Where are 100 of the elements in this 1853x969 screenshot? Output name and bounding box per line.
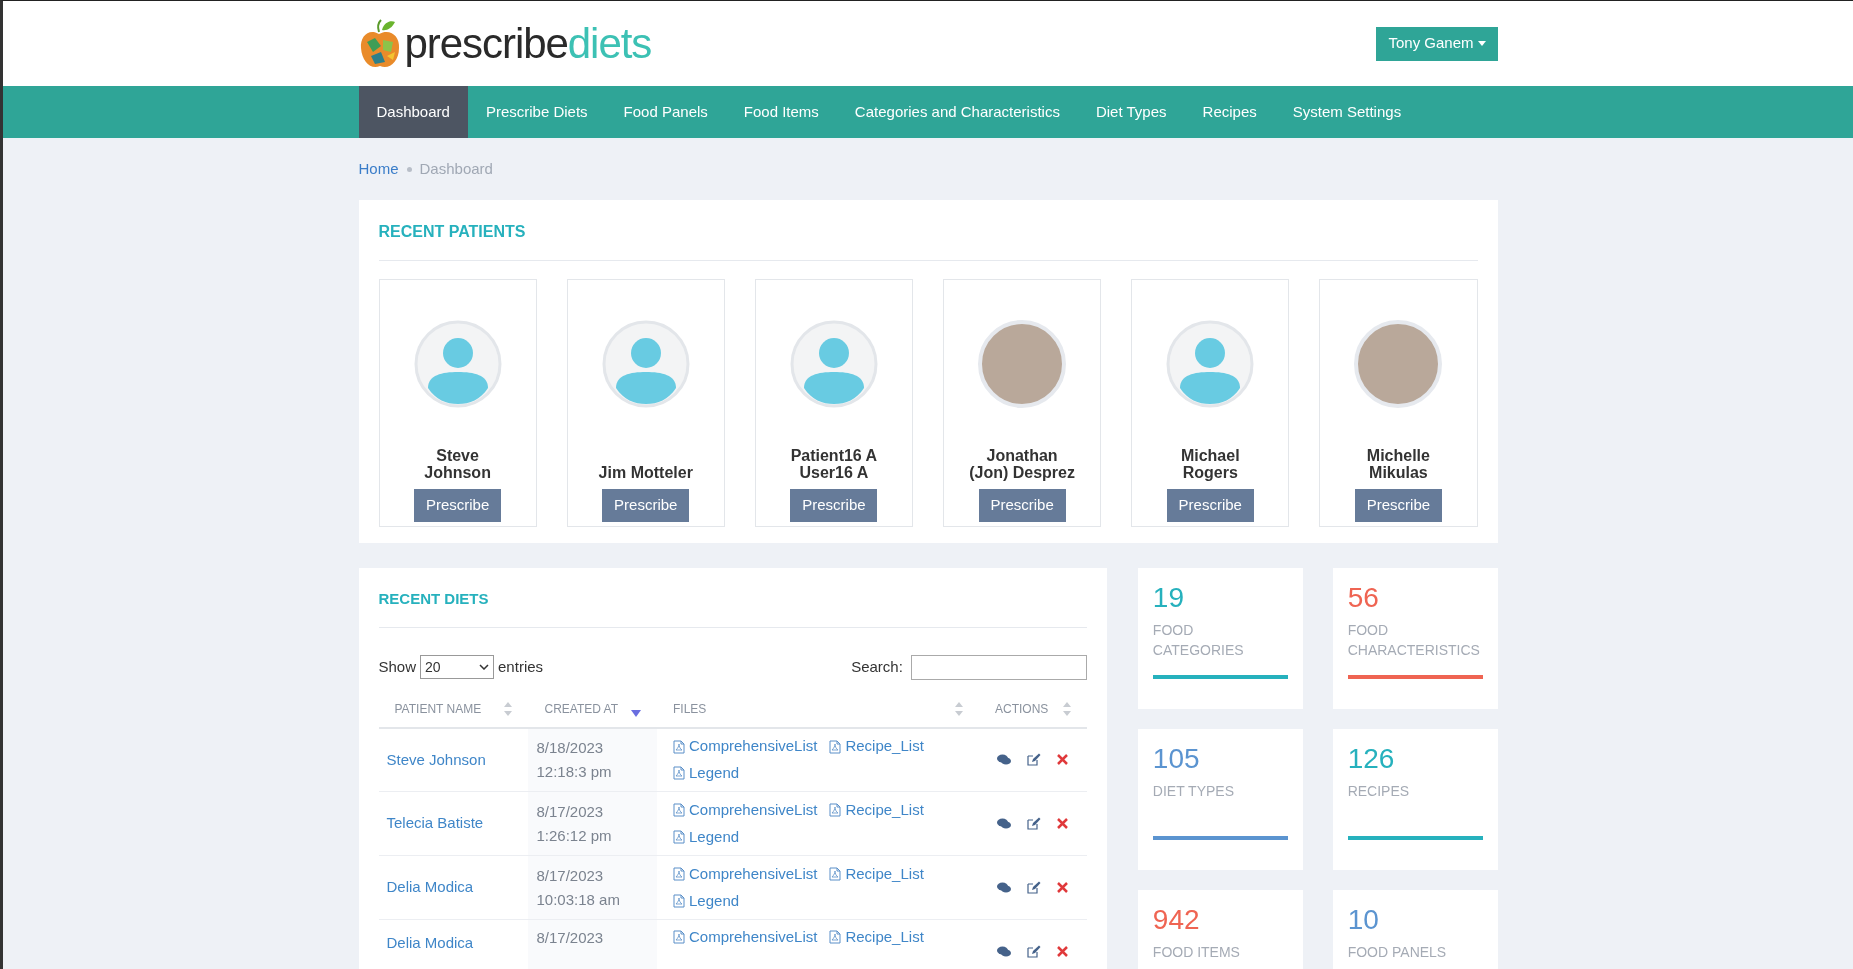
edit-icon[interactable] xyxy=(1027,817,1042,830)
stat-value: 10 xyxy=(1347,906,1380,934)
delete-icon[interactable] xyxy=(1057,882,1069,893)
file-link[interactable]: Recipe_List xyxy=(829,926,924,949)
caret-icon xyxy=(1477,41,1486,46)
nav-tab[interactable]: Diet Types xyxy=(1077,86,1185,138)
patient-name: Michelle Mikulas xyxy=(1365,447,1431,481)
document-icon xyxy=(829,739,842,754)
stat-value: 56 xyxy=(1347,584,1380,612)
date-text: 8/17/2023 xyxy=(536,928,605,948)
edit-icon[interactable] xyxy=(1027,753,1042,767)
page-size-select[interactable]: 20 xyxy=(420,655,495,679)
delete-icon[interactable] xyxy=(1057,754,1069,766)
patient-link[interactable]: Telecia Batiste xyxy=(386,814,484,832)
nav-tab[interactable]: Dashboard xyxy=(358,86,468,138)
document-icon xyxy=(673,739,685,754)
document-icon xyxy=(673,803,685,818)
prescribe-button[interactable]: Prescribe xyxy=(978,489,1066,522)
document-icon xyxy=(829,930,842,945)
breadcrumb-link[interactable]: Home xyxy=(358,157,399,181)
file-link[interactable]: Recipe_List xyxy=(829,799,924,822)
breadcrumb-link[interactable]: Dashboard xyxy=(419,157,493,181)
chevron-down-icon xyxy=(479,664,490,670)
chat-icon[interactable] xyxy=(997,945,1012,958)
show-label: Show xyxy=(378,656,417,677)
file-link[interactable]: Legend xyxy=(673,889,740,912)
document-icon xyxy=(829,803,842,818)
patient-name: Jim Motteler xyxy=(597,464,694,481)
edit-icon[interactable] xyxy=(1027,881,1042,894)
column-header[interactable]: PATIENT NAME xyxy=(378,691,529,728)
user-menu-button[interactable]: Tony Ganem xyxy=(1376,26,1498,61)
nav-tab[interactable]: Prescribe Diets xyxy=(467,86,606,138)
date-text: 8/18/2023 xyxy=(536,737,605,758)
document-icon xyxy=(673,893,685,908)
document-icon xyxy=(673,829,685,844)
column-header[interactable]: FILES xyxy=(657,691,979,728)
stat-label: RECIPES xyxy=(1347,782,1411,801)
stat-label: FOOD CATEGORIES xyxy=(1152,621,1245,660)
stat-value: 942 xyxy=(1152,906,1201,934)
date-text: 8/17/2023 xyxy=(536,865,605,886)
file-link[interactable]: ComprehensiveList xyxy=(673,735,818,758)
time-text: 10:03:18 am xyxy=(536,889,621,910)
time-text: 12:18:3 pm xyxy=(536,761,613,782)
section-title: RECENT DIETS xyxy=(378,588,1087,628)
patient-link[interactable]: Delia Modica xyxy=(386,878,474,896)
delete-icon[interactable] xyxy=(1057,818,1069,829)
breadcrumb-separator-icon xyxy=(406,166,412,172)
sort-descending-icon[interactable] xyxy=(631,709,641,717)
entries-label: entries xyxy=(498,656,544,677)
section-title: RECENT PATIENTS xyxy=(378,220,1478,261)
chat-icon[interactable] xyxy=(997,881,1012,894)
time-text: 1:26:12 pm xyxy=(536,825,613,846)
logo-text[interactable]: prescribediets xyxy=(404,22,652,65)
patient-link[interactable]: Delia Modica xyxy=(386,934,474,951)
stat-value: 19 xyxy=(1152,584,1185,612)
file-link[interactable]: Legend xyxy=(673,761,740,785)
edit-icon[interactable] xyxy=(1027,945,1042,958)
column-header[interactable]: ACTIONS xyxy=(979,691,1087,728)
stat-label: DIET TYPES xyxy=(1152,782,1236,801)
prescribe-button[interactable]: Prescribe xyxy=(1354,489,1442,522)
stat-label: FOOD CHARACTERISTICS xyxy=(1347,621,1481,660)
person-silhouette-icon xyxy=(601,320,690,408)
document-icon xyxy=(829,867,842,882)
nav-tab[interactable]: Categories and Characteristics xyxy=(836,86,1078,138)
patient-name: Steve Johnson xyxy=(423,447,492,481)
search-field[interactable] xyxy=(910,654,1087,680)
search-label: Search: xyxy=(851,656,903,677)
nav-tab[interactable]: System Settings xyxy=(1274,86,1420,138)
document-icon xyxy=(673,867,685,882)
file-link[interactable]: Recipe_List xyxy=(829,863,924,886)
nav-tab[interactable]: Food Panels xyxy=(605,86,726,138)
chat-icon[interactable] xyxy=(997,753,1012,766)
prescribe-button[interactable]: Prescribe xyxy=(790,489,878,522)
patient-name: Michael Rogers xyxy=(1179,447,1241,481)
column-header[interactable]: CREATED AT xyxy=(528,691,657,728)
prescribe-button[interactable]: Prescribe xyxy=(602,489,690,522)
patient-name: Jonathan (Jon) Desprez xyxy=(968,447,1076,481)
patient-link[interactable]: Steve Johnson xyxy=(386,750,486,768)
apple-logo-icon xyxy=(358,17,401,70)
stat-value: 126 xyxy=(1347,745,1396,773)
date-text: 8/17/2023 xyxy=(536,801,605,822)
nav-tab[interactable]: Recipes xyxy=(1184,86,1275,138)
file-link[interactable]: ComprehensiveList xyxy=(673,799,818,822)
stat-label: FOOD PANELS xyxy=(1347,943,1448,962)
person-silhouette-icon xyxy=(789,320,878,408)
document-icon xyxy=(673,930,685,945)
patient-name: Patient16 A User16 A xyxy=(789,447,879,481)
stat-label: FOOD ITEMS xyxy=(1152,943,1241,962)
prescribe-button[interactable]: Prescribe xyxy=(1166,489,1254,522)
stat-value: 105 xyxy=(1152,745,1201,773)
file-link[interactable]: ComprehensiveList xyxy=(673,926,818,949)
file-link[interactable]: Recipe_List xyxy=(829,735,924,758)
chat-icon[interactable] xyxy=(997,817,1012,830)
prescribe-button[interactable]: Prescribe xyxy=(414,489,502,522)
document-icon xyxy=(673,766,685,780)
delete-icon[interactable] xyxy=(1057,946,1069,957)
file-link[interactable]: Legend xyxy=(673,825,740,848)
nav-tab[interactable]: Food Items xyxy=(725,86,837,138)
person-silhouette-icon xyxy=(413,320,502,408)
file-link[interactable]: ComprehensiveList xyxy=(673,863,818,886)
